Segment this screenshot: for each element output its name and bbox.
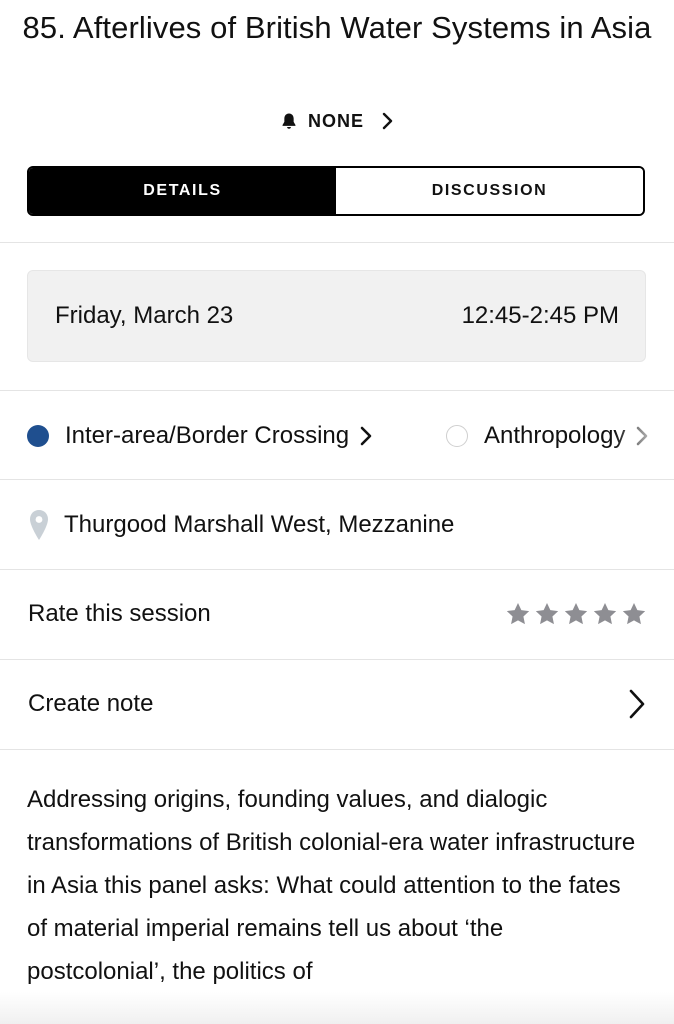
notification-selector[interactable]: NONE: [0, 106, 674, 136]
track-label: Anthropology: [484, 421, 626, 449]
tab-details[interactable]: DETAILS: [29, 168, 336, 214]
divider: [0, 479, 674, 480]
track-chip[interactable]: Inter-area/Border Crossing: [27, 392, 373, 479]
divider: [0, 749, 674, 750]
track-color-dot: [446, 424, 468, 447]
bottom-shadow: [0, 992, 674, 1024]
divider: [0, 390, 674, 391]
star-icon[interactable]: [592, 601, 618, 627]
session-title: 85. Afterlives of British Water Systems …: [22, 10, 652, 45]
schedule-card: Friday, March 23 12:45-2:45 PM: [27, 270, 646, 362]
map-pin-icon: [30, 510, 48, 540]
chevron-right-icon: [360, 426, 372, 445]
track-color-dot: [27, 424, 49, 447]
star-icon[interactable]: [563, 601, 589, 627]
star-icon[interactable]: [534, 601, 560, 627]
divider: [0, 242, 674, 243]
session-description: Addressing origins, founding values, and…: [27, 786, 636, 985]
star-icon[interactable]: [621, 601, 647, 627]
segmented-tabs: DETAILS DISCUSSION: [27, 166, 645, 216]
location-label: Thurgood Marshall West, Mezzanine: [64, 511, 455, 538]
create-note-label: Create note: [28, 690, 154, 717]
create-note-row[interactable]: Create note: [0, 660, 674, 748]
star-icon[interactable]: [505, 601, 531, 627]
chevron-right-icon: [382, 112, 393, 130]
notification-label: NONE: [307, 110, 364, 131]
track-label: Inter-area/Border Crossing: [65, 421, 350, 449]
chevron-right-icon: [629, 689, 645, 719]
scroll-fade: [614, 392, 674, 479]
bell-icon: [282, 113, 296, 129]
star-rating[interactable]: [505, 601, 647, 627]
tab-discussion[interactable]: DISCUSSION: [336, 168, 643, 214]
rating-label: Rate this session: [28, 600, 211, 627]
session-date: Friday, March 23: [55, 302, 234, 329]
rating-row: Rate this session: [0, 570, 674, 658]
session-time: 12:45-2:45 PM: [461, 302, 619, 329]
tracks-scroller[interactable]: Inter-area/Border Crossing Anthropology: [0, 392, 674, 479]
location-row[interactable]: Thurgood Marshall West, Mezzanine: [0, 481, 674, 569]
